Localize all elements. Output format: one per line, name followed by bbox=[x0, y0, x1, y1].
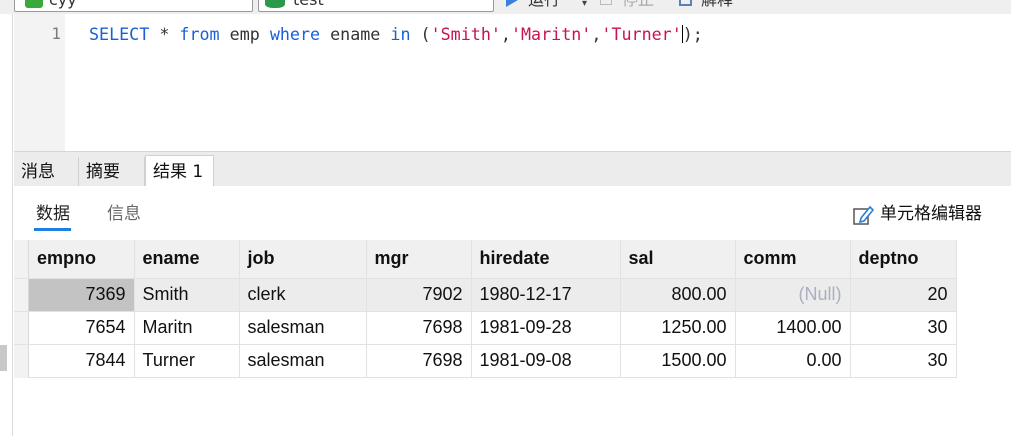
query-toolbar: cyy test 运行 ▾ 停止 解释 bbox=[0, 0, 1011, 14]
explain-icon bbox=[679, 0, 692, 6]
cell-ename[interactable]: Smith bbox=[134, 278, 240, 312]
result-tabs: 消息 摘要 结果 1 bbox=[14, 151, 1011, 188]
cell-sal[interactable]: 1250.00 bbox=[620, 311, 736, 345]
sql-keyword: from bbox=[179, 24, 220, 44]
cell-comm[interactable]: 0.00 bbox=[735, 344, 851, 378]
cell-hiredate[interactable]: 1981-09-28 bbox=[471, 311, 621, 345]
cell-sal[interactable]: 1500.00 bbox=[620, 344, 736, 378]
sql-text: * bbox=[149, 24, 180, 44]
grid-body: 7369 Smith clerk 7902 1980-12-17 800.00 (Null)… bbox=[29, 278, 957, 378]
cell-hiredate[interactable]: 1980-12-17 bbox=[471, 278, 621, 312]
sql-keyword: in bbox=[390, 24, 411, 44]
row-indicator-divider bbox=[14, 344, 29, 345]
cell-deptno[interactable]: 20 bbox=[850, 278, 957, 312]
connection-label: cyy bbox=[49, 0, 77, 9]
sql-text: ( bbox=[410, 24, 431, 44]
sql-string: 'Smith' bbox=[430, 24, 501, 44]
chevron-down-icon[interactable]: ▾ bbox=[582, 0, 587, 9]
cell-job[interactable]: salesman bbox=[239, 344, 367, 378]
column-header-sal[interactable]: sal bbox=[620, 240, 736, 279]
subtab-info[interactable]: 信息 bbox=[107, 202, 141, 226]
column-header-deptno[interactable]: deptno bbox=[850, 240, 957, 279]
cell-mgr[interactable]: 7902 bbox=[366, 278, 472, 312]
edit-icon bbox=[853, 205, 874, 225]
cell-empno[interactable]: 7654 bbox=[29, 311, 135, 345]
cell-ename[interactable]: Turner bbox=[134, 344, 240, 378]
tab-messages[interactable]: 消息 bbox=[14, 157, 79, 187]
column-header-mgr[interactable]: mgr bbox=[366, 240, 472, 279]
sql-text: emp bbox=[219, 24, 270, 44]
tab-result-1[interactable]: 结果 1 bbox=[145, 155, 214, 188]
line-number-gutter: 1 bbox=[14, 14, 65, 151]
sql-editor[interactable]: 1 SELECT * from emp where ename in ('Smi… bbox=[14, 14, 1011, 151]
run-label: 运行 bbox=[528, 0, 560, 9]
sql-text: , bbox=[500, 24, 511, 44]
cell-deptno[interactable]: 30 bbox=[850, 344, 957, 378]
cell-empno[interactable]: 7369 bbox=[29, 278, 135, 312]
sql-string: 'Maritn' bbox=[510, 24, 592, 44]
cell-comm[interactable]: (Null) bbox=[735, 278, 851, 312]
connection-select[interactable]: cyy bbox=[14, 0, 253, 12]
grid-header-row: empno ename job mgr hiredate sal comm deptno bbox=[29, 240, 957, 279]
cell-job[interactable]: clerk bbox=[239, 278, 367, 312]
sql-text: ename bbox=[320, 24, 391, 44]
tab-summary[interactable]: 摘要 bbox=[79, 157, 145, 187]
sql-text: , bbox=[591, 24, 602, 44]
result-subtabs: 数据 信息 单元格编辑器 bbox=[14, 186, 1011, 240]
cell-editor-button[interactable]: 单元格编辑器 bbox=[852, 201, 982, 227]
row-indicator-column bbox=[14, 240, 29, 378]
cell-empno[interactable]: 7844 bbox=[29, 344, 135, 378]
stop-label: 停止 bbox=[622, 0, 654, 9]
table-row[interactable]: 7369 Smith clerk 7902 1980-12-17 800.00 (Null)… bbox=[29, 278, 957, 312]
subtab-data[interactable]: 数据 bbox=[36, 202, 70, 226]
explain-label: 解释 bbox=[701, 0, 733, 9]
panel-resize-handle[interactable] bbox=[0, 345, 7, 371]
sql-keyword: SELECT bbox=[89, 24, 150, 44]
column-header-ename[interactable]: ename bbox=[134, 240, 240, 279]
row-indicator-divider bbox=[14, 278, 29, 279]
cell-ename[interactable]: Maritn bbox=[134, 311, 240, 345]
sql-text: ); bbox=[682, 24, 703, 44]
column-header-job[interactable]: job bbox=[239, 240, 367, 279]
left-panel-edge bbox=[0, 14, 13, 436]
connection-icon bbox=[25, 0, 43, 8]
stop-icon bbox=[600, 0, 612, 5]
table-row[interactable]: 7844 Turner salesman 7698 1981-09-08 1500.00 0… bbox=[29, 344, 957, 378]
cell-comm[interactable]: 1400.00 bbox=[735, 311, 851, 345]
cell-mgr[interactable]: 7698 bbox=[366, 311, 472, 345]
result-grid[interactable]: empno ename job mgr hiredate sal comm deptno 73… bbox=[29, 240, 957, 378]
explain-button[interactable]: 解释 bbox=[675, 0, 733, 11]
cell-hiredate[interactable]: 1981-09-08 bbox=[471, 344, 621, 378]
sql-code-line[interactable]: SELECT * from emp where ename in ('Smith… bbox=[89, 24, 703, 44]
line-number: 1 bbox=[51, 24, 61, 43]
cell-mgr[interactable]: 7698 bbox=[366, 344, 472, 378]
cell-sal[interactable]: 800.00 bbox=[620, 278, 736, 312]
column-header-empno[interactable]: empno bbox=[29, 240, 135, 279]
stop-button[interactable]: 停止 bbox=[596, 0, 654, 11]
table-row[interactable]: 7654 Maritn salesman 7698 1981-09-28 1250.00 1… bbox=[29, 311, 957, 345]
cell-editor-label: 单元格编辑器 bbox=[880, 204, 982, 224]
active-subtab-indicator bbox=[34, 228, 71, 231]
play-icon bbox=[506, 0, 518, 7]
sql-string: 'Turner' bbox=[601, 24, 682, 44]
cell-deptno[interactable]: 30 bbox=[850, 311, 957, 345]
row-indicator-divider bbox=[14, 311, 29, 312]
column-header-hiredate[interactable]: hiredate bbox=[471, 240, 621, 279]
database-label: test bbox=[293, 0, 324, 9]
run-button[interactable]: 运行 bbox=[502, 0, 560, 11]
database-select[interactable]: test bbox=[258, 0, 494, 12]
cell-job[interactable]: salesman bbox=[239, 311, 367, 345]
column-header-comm[interactable]: comm bbox=[735, 240, 851, 279]
sql-keyword: where bbox=[269, 24, 321, 44]
database-icon bbox=[265, 0, 285, 8]
